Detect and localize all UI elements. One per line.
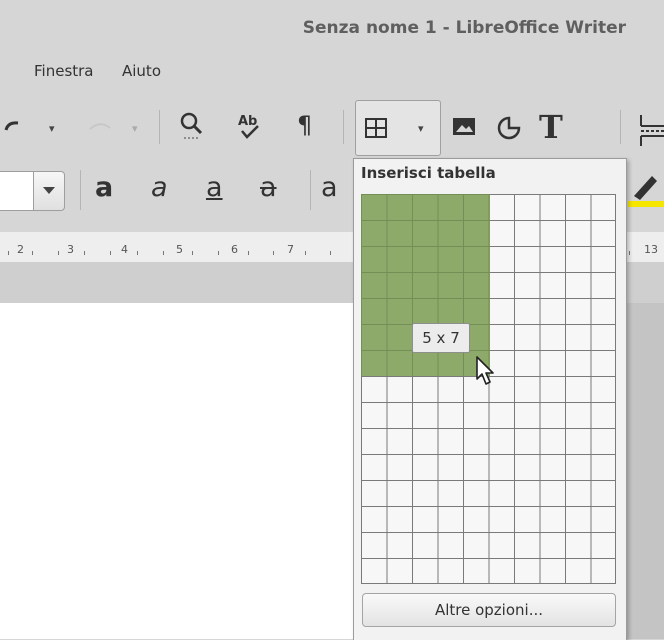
ruler-tick bbox=[248, 251, 249, 255]
svg-text:Ab: Ab bbox=[238, 114, 257, 129]
highlighter-icon bbox=[628, 176, 664, 207]
undo-button[interactable] bbox=[4, 116, 24, 140]
toolbar-separator bbox=[159, 110, 160, 144]
insert-chart-button[interactable] bbox=[496, 115, 522, 145]
table-icon bbox=[365, 118, 387, 138]
underline-icon[interactable]: a bbox=[206, 174, 223, 201]
page-break-icon bbox=[640, 115, 664, 146]
insert-table-dropdown-arrow[interactable]: ▾ bbox=[418, 122, 424, 135]
superscript-icon[interactable]: a bbox=[321, 174, 338, 201]
toolbar-separator bbox=[620, 110, 621, 144]
toolbar-separator bbox=[310, 170, 311, 210]
chevron-down-icon bbox=[43, 187, 55, 194]
ruler-tick bbox=[330, 251, 331, 255]
italic-icon[interactable]: a bbox=[151, 174, 168, 201]
ruler-number: 2 bbox=[17, 243, 24, 256]
ruler-number: 7 bbox=[287, 243, 294, 256]
highlight-button[interactable] bbox=[626, 170, 664, 212]
ruler-tick bbox=[84, 251, 85, 255]
menu-bar bbox=[0, 50, 664, 96]
pointer-icon bbox=[476, 356, 494, 385]
ruler-tick bbox=[58, 251, 59, 255]
ruler-number: 3 bbox=[67, 243, 74, 256]
ruler-tick bbox=[273, 251, 274, 255]
popup-title: Inserisci tabella bbox=[361, 164, 496, 182]
ruler-tick bbox=[137, 251, 138, 255]
ruler-number: 5 bbox=[176, 243, 183, 256]
insert-image-button[interactable] bbox=[452, 116, 478, 142]
ruler-tick bbox=[305, 251, 306, 255]
insert-table-popup: Inserisci tabella 5 x 7 Altre opzioni... bbox=[353, 158, 627, 640]
toolbar-separator bbox=[80, 170, 81, 210]
font-size-dropdown[interactable] bbox=[33, 171, 65, 211]
undo-dropdown-arrow[interactable]: ▾ bbox=[49, 122, 55, 135]
mouse-cursor bbox=[474, 355, 496, 391]
undo-icon bbox=[4, 121, 19, 131]
ruler-tick bbox=[110, 251, 111, 255]
ruler-tick bbox=[32, 251, 33, 255]
title-bar: Senza nome 1 - LibreOffice Writer bbox=[0, 0, 664, 50]
ruler-number: 13 bbox=[644, 243, 658, 256]
more-options-button[interactable]: Altre opzioni... bbox=[362, 593, 616, 627]
ruler-tick bbox=[8, 251, 9, 255]
menu-window[interactable]: Finestra bbox=[34, 62, 94, 80]
redo-dropdown-arrow: ▾ bbox=[132, 122, 138, 135]
bold-icon[interactable]: a bbox=[95, 174, 113, 201]
redo-icon bbox=[89, 123, 111, 130]
ruler-tick bbox=[629, 251, 630, 255]
find-replace-button[interactable] bbox=[178, 111, 208, 145]
spellcheck-icon: Ab bbox=[238, 114, 259, 139]
ruler-tick bbox=[192, 251, 193, 255]
table-size-label: 5 x 7 bbox=[412, 323, 470, 353]
image-icon bbox=[453, 118, 475, 135]
ruler-number: 6 bbox=[231, 243, 238, 256]
window-title: Senza nome 1 - LibreOffice Writer bbox=[302, 18, 626, 38]
spelling-button[interactable]: Ab bbox=[236, 111, 264, 145]
page-break-button[interactable] bbox=[637, 112, 664, 150]
text-box-icon[interactable]: T bbox=[539, 108, 563, 146]
ruler-tick bbox=[218, 251, 219, 255]
redo-button[interactable] bbox=[86, 116, 114, 140]
toolbar-separator bbox=[343, 110, 344, 144]
ruler-tick bbox=[163, 251, 164, 255]
menu-help[interactable]: Aiuto bbox=[122, 62, 161, 80]
insert-table-button[interactable]: ▾ bbox=[355, 100, 441, 156]
formatting-marks-icon[interactable]: ¶ bbox=[297, 113, 312, 137]
chart-icon bbox=[497, 116, 521, 140]
font-size-input[interactable] bbox=[0, 171, 34, 211]
strikethrough-icon[interactable]: a bbox=[260, 174, 277, 201]
ruler-number: 4 bbox=[121, 243, 128, 256]
magnifier-icon bbox=[180, 112, 203, 139]
